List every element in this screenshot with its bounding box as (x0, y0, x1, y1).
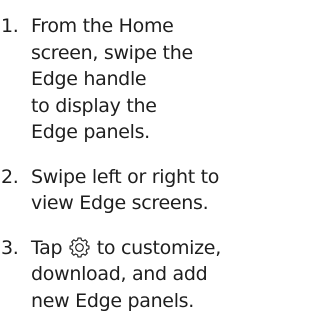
step-3-customize-text: to customize, (96, 236, 221, 259)
step-3: 3. Tap to customize, download, and add n… (1, 235, 253, 315)
step-2-number: 2. (1, 165, 19, 188)
step-1-line-1: From the Home (31, 15, 174, 37)
step-1-line-5: Edge panels. (31, 121, 150, 143)
step-3-tap-text: Tap (31, 236, 63, 259)
step-1-line-2: screen, swipe the (31, 41, 193, 64)
step-2-line-2: view Edge screens. (31, 192, 209, 214)
step-3-line-3: new Edge panels. (31, 289, 195, 312)
instruction-steps: 1. From the Home screen, swipe the Edge … (1, 13, 253, 314)
step-3-line-1: Tap to customize, (31, 235, 253, 262)
step-1-line-4: to display the (31, 94, 157, 117)
step-1-number: 1. (1, 15, 19, 37)
step-1: 1. From the Home screen, swipe the Edge … (1, 13, 253, 146)
settings-gear-icon (69, 236, 90, 258)
instructions-page: 1. From the Home screen, swipe the Edge … (0, 0, 253, 335)
step-3-line-2: download, and add (31, 263, 208, 285)
step-3-number: 3. (1, 236, 19, 259)
step-1-line-3: Edge handle (31, 68, 147, 90)
step-2: 2. Swipe left or right to view Edge scre… (1, 164, 253, 217)
step-2-line-1: Swipe left or right to (31, 165, 220, 188)
